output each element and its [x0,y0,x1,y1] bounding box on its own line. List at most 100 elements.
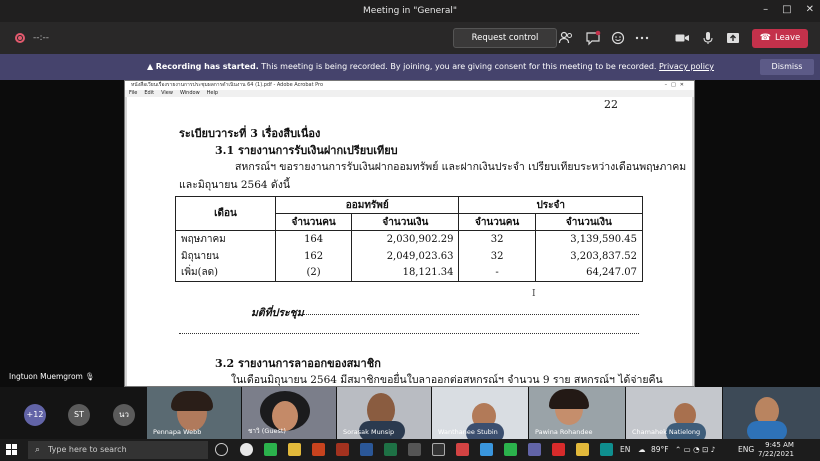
section-heading-3-1: 3.1 รายงานการรับเงินฝากเปรียบเทียบ [215,144,398,157]
powerpoint-icon[interactable] [312,443,325,456]
cell-fixed-amount: 3,139,590.45 [534,230,644,248]
taskbar-clock[interactable]: 9:45 AM 7/22/2021 [758,441,794,459]
leave-button[interactable]: ☎ Leave [752,29,808,48]
header-fixed-count: จำนวนคน [458,213,536,231]
line-app-icon[interactable] [264,443,277,456]
word-icon[interactable] [360,443,373,456]
cell-savings-count: 162 [274,247,353,265]
app-icon[interactable] [408,443,421,456]
cell-savings-amount: 18,121.34 [351,264,460,282]
acrobat-menu-bar: File Edit View Window Help [125,90,694,97]
cell-fixed-count: 32 [458,230,536,248]
acrobat-icon[interactable] [552,443,565,456]
weather-icon: ☁ [638,445,646,454]
cell-month: มิถุนายน [175,247,276,265]
cell-fixed-amount: 64,247.07 [534,264,644,282]
agenda-heading: ระเบียบวาระที่ 3 เรื่องสืบเนื่อง [179,127,321,140]
cell-savings-count: 164 [274,230,353,248]
recording-text: This meeting is being recorded. By joini… [258,62,657,71]
recording-bold: Recording has started. [155,62,259,71]
microphone-icon[interactable] [700,30,716,46]
dotted-line [303,307,639,315]
participant-tile[interactable]: Pawina Rohandee [529,387,625,439]
menu-view[interactable]: View [161,90,173,97]
cell-savings-amount: 2,030,902.29 [351,230,460,248]
chrome-icon[interactable] [240,443,253,456]
search-icon: ⌕ [35,445,41,455]
section-heading-3-2: 3.2 รายงานการลาออกของสมาชิก [215,357,381,370]
menu-file[interactable]: File [129,90,137,97]
dismiss-button[interactable]: Dismiss [760,59,814,75]
menu-window[interactable]: Window [180,90,200,97]
avatar: ST [68,404,90,426]
app-icon[interactable] [456,443,469,456]
participant-tile[interactable]: Pennapa Webb [147,387,241,439]
participant-tile[interactable]: ชาวิ (Guest) [242,387,336,439]
overflow-participants-button[interactable]: +12 [24,404,46,426]
deposit-table: เดือน ออมทรัพย์ ประจำ จำนวนคน จำนวนเงิน … [175,196,644,282]
participant-tile[interactable]: Sorasak Munsip [337,387,431,439]
presenter-name: Ingtuon Muemgrom 🎙 [9,372,95,381]
request-control-button[interactable]: Request control [453,28,557,48]
chat-icon[interactable] [585,30,601,46]
cell-month: เพิ่ม(ลด) [175,264,276,282]
acrobat-title-bar: หนังสือเวียนเรื่องรายงานการประชุมผลการดำ… [125,81,694,90]
share-screen-icon[interactable] [725,30,741,46]
cell-fixed-count: 32 [458,247,536,265]
more-options-icon[interactable] [634,30,650,46]
file-explorer-icon[interactable] [288,443,301,456]
presenter-label: Ingtuon Muemgrom [9,372,83,381]
header-fixed-amount: จำนวนเงิน [534,213,644,231]
window-controls: – □ ✕ [763,4,814,15]
resolution-label: มติที่ประชุม [251,307,304,319]
folder-icon[interactable] [576,443,589,456]
reactions-icon[interactable] [610,30,626,46]
line-app-icon[interactable] [504,443,517,456]
pdf-page[interactable]: 22 ระเบียบวาระที่ 3 เรื่องสืบเนื่อง 3.1 … [127,97,692,386]
task-view-icon[interactable] [215,443,228,456]
camera-icon[interactable] [674,30,690,46]
minimize-button[interactable]: – [763,4,768,15]
header-month: เดือน [175,196,276,231]
participant-name: Sorasak Munsip [343,428,395,436]
taskbar-search-input[interactable]: ⌕ Type here to search [28,441,208,459]
language-indicator[interactable]: EN [620,445,630,454]
people-icon[interactable] [558,30,574,46]
app-icon[interactable] [600,443,613,456]
phone-hangup-icon: ☎ [759,33,771,43]
paragraph-line-1: สหกรณ์ฯ ขอรายงานการรับเงินฝากออมทรัพย์ แ… [235,161,687,173]
close-button[interactable]: ✕ [806,4,814,15]
weather-temperature[interactable]: 89°F [651,445,669,454]
xbox-icon[interactable] [432,443,445,456]
table-row: พฤษภาคม 164 2,030,902.29 32 3,139,590.45 [175,230,644,248]
participant-tile[interactable]: Wanthanee Stubin [432,387,528,439]
menu-help[interactable]: Help [207,90,218,97]
page-number: 22 [604,98,618,111]
privacy-policy-link[interactable]: Privacy policy [659,62,714,71]
teams-icon[interactable] [528,443,541,456]
mic-icon: 🎙 [85,372,95,381]
cell-month: พฤษภาคม [175,230,276,248]
acrobat-window-controls[interactable]: –□✕ [665,81,688,90]
participant-tile[interactable]: Chamahek Natielong [626,387,722,439]
edge-icon[interactable] [480,443,493,456]
participant-tile[interactable] [723,387,820,439]
header-savings-count: จำนวนคน [274,213,353,231]
table-row: เพิ่ม(ลด) (2) 18,121.34 - 64,247.07 [175,264,644,282]
excel-icon[interactable] [384,443,397,456]
system-tray-icons[interactable]: ⌃ ▭ ◔ ⊡ ♪ [675,445,716,454]
participant-name: Wanthanee Stubin [438,428,498,436]
menu-edit[interactable]: Edit [144,90,154,97]
app-icon[interactable] [336,443,349,456]
window-title: Meeting in "General" [363,6,457,16]
cell-fixed-amount: 3,203,837.52 [534,247,644,265]
cell-savings-count: (2) [274,264,353,282]
text-cursor-icon: I [532,289,536,299]
clock-date: 7/22/2021 [758,450,794,458]
maximize-button[interactable]: □ [782,4,791,15]
input-language[interactable]: ENG [738,445,754,454]
windows-start-icon[interactable] [6,444,18,456]
shared-screen: หนังสือเวียนเรื่องรายงานการประชุมผลการดำ… [0,80,820,387]
acrobat-title: หนังสือเวียนเรื่องรายงานการประชุมผลการดำ… [131,82,324,88]
teams-meeting-window: Meeting in "General" – □ ✕ --:-- Request… [0,0,820,461]
